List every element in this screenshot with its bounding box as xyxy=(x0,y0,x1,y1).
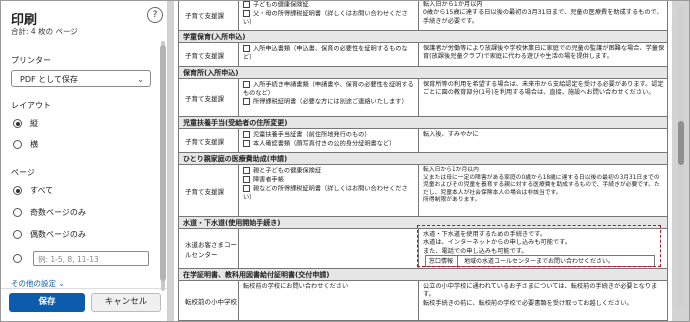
checkbox-icon xyxy=(243,184,250,192)
section-header: 児童扶養手当(受給者の住所変更) xyxy=(178,117,668,129)
panel-scrollbar-thumb[interactable] xyxy=(160,45,166,281)
radio-unselected-icon xyxy=(13,230,22,239)
pages-range-input[interactable]: 例: 1-5, 8, 11-13 xyxy=(33,251,149,266)
radio-selected-icon xyxy=(13,186,22,195)
cancel-button[interactable]: キャンセル xyxy=(91,293,161,312)
print-settings-panel: 印刷 合計: 4 枚の ページ ? プリンター PDF として保存 ⌄ レイアウ… xyxy=(1,1,168,321)
checkbox-icon xyxy=(243,81,250,88)
checkbox-icon xyxy=(243,9,250,17)
layout-portrait-radio[interactable]: 縦 xyxy=(13,118,38,129)
radio-unselected-icon xyxy=(13,208,22,217)
notes-cell: 保育所等の利用を希望する場合は、未来市から支給認定を受ける必要があります。認定ご… xyxy=(423,81,664,97)
layout-label: レイアウト xyxy=(11,101,51,110)
section-header: 学童保育(入所申込) xyxy=(178,31,668,43)
chevron-down-icon: ⌄ xyxy=(137,75,144,84)
table-row: 転校前の小中学校 転校前の学校にお問い合わせください 公立の小中学校に通われてい… xyxy=(178,281,668,321)
print-dialog: 印刷 合計: 4 枚の ページ ? プリンター PDF として保存 ⌄ レイアウ… xyxy=(0,0,690,322)
list-item: 所得課税証明書（必要な方には別途ご連絡いたします） xyxy=(243,98,414,107)
dept-cell: 転校前の小中学校 xyxy=(179,281,239,320)
list-item: 親などの所得課税証明書（詳しくはお問い合わせください） xyxy=(243,184,408,201)
divider xyxy=(1,288,167,289)
pages-odd-radio[interactable]: 奇数ページのみ xyxy=(13,207,86,218)
table-row: 子育て支援課 入所手続き申請書類（申請書や、保育の必要性を証明するものなど） 所… xyxy=(178,79,668,117)
table-row: 子育て支援課 児童扶養手当証書（前住所地発行のもの） 本人確認書類（顔写真付きの… xyxy=(178,129,668,153)
list-item: 入所手続き申請書類（申請書や、保育の必要性を証明するものなど） xyxy=(243,81,414,97)
pages-even-radio[interactable]: 偶数ページのみ xyxy=(13,229,86,240)
layout-landscape-radio[interactable]: 横 xyxy=(13,139,38,150)
help-icon[interactable]: ? xyxy=(147,7,163,23)
notes-cell: 公立の小中学校に通われているお子さまについては、転校前の手続きが必要となります。… xyxy=(423,283,658,307)
list-item: 児童扶養手当証書（前住所地発行のもの） xyxy=(243,131,414,140)
list-item: 障害者手帳 xyxy=(243,175,414,185)
preview-scrollbar-thumb[interactable] xyxy=(678,121,684,165)
list-item: 親と子どもの健康保険証 xyxy=(243,167,414,176)
documents-cell: 入所手続き申請書類（申請書や、保育の必要性を証明するものなど） 所得課税証明書（… xyxy=(239,79,419,116)
printer-value: PDF として保存 xyxy=(20,75,78,84)
checkbox-icon xyxy=(243,131,250,138)
pages-all-radio[interactable]: すべて xyxy=(13,185,53,196)
table-row: 子育て支援課 子どもの健康保険証 父・母の所得課税証明書（詳しくはお問い合わせく… xyxy=(178,1,668,31)
dept-cell: 水道お客さまコールセンター xyxy=(179,229,239,268)
printer-select[interactable]: PDF として保存 ⌄ xyxy=(11,70,151,87)
documents-cell: 転校前の学校にお問い合わせください xyxy=(239,281,419,320)
layout-landscape-label: 横 xyxy=(30,140,38,149)
checkbox-icon xyxy=(243,167,250,174)
radio-unselected-icon xyxy=(13,254,22,263)
pages-label: ページ xyxy=(11,168,35,177)
notes-cell: 転入日から1か月以内 父または母に一定の障害がある家庭の0歳から18歳に達する日… xyxy=(423,167,660,204)
preview-page: 子育て支援課 子どもの健康保険証 父・母の所得課税証明書（詳しくはお問い合わせく… xyxy=(174,1,672,321)
pages-all-label: すべて xyxy=(30,186,54,195)
checkbox-icon xyxy=(243,139,250,147)
layout-portrait-label: 縦 xyxy=(30,119,38,128)
notes-cell: 転入後、すみやかに xyxy=(423,131,479,138)
list-item: 本人確認書類（顔写真付きの公的身分証明書など） xyxy=(243,139,414,149)
documents-cell: 入所申込書類（申込書、保育の必要性を証明するものなど） xyxy=(239,43,419,66)
table-row: 子育て支援課 親と子どもの健康保険証 障害者手帳 親などの所得課税証明書（詳しく… xyxy=(178,165,668,217)
printer-label: プリンター xyxy=(11,56,51,65)
dept-cell: 子育て支援課 xyxy=(179,1,239,30)
notes-cell: 転入日から1か月以内 0歳から15歳に達する日以後の最初の3月31日まで、児童の… xyxy=(423,1,663,25)
checkbox-icon xyxy=(243,1,250,8)
print-preview: 子育て支援課 子どもの健康保険証 父・母の所得課税証明書（詳しくはお問い合わせく… xyxy=(168,1,689,321)
dept-cell: 子育て支援課 xyxy=(179,43,239,66)
radio-unselected-icon xyxy=(13,140,22,149)
list-item: 子どもの健康保険証 xyxy=(243,1,414,10)
page-count: 合計: 4 枚の ページ xyxy=(11,27,78,36)
checkbox-icon xyxy=(243,175,250,183)
section-header: 保育所(入所申込) xyxy=(178,67,668,79)
documents-cell: 児童扶養手当証書（前住所地発行のもの） 本人確認書類（顔写真付きの公的身分証明書… xyxy=(239,129,419,152)
list-item: 入所申込書類（申込書、保育の必要性を証明するものなど） xyxy=(243,45,408,61)
list-item: 父・母の所得課税証明書（詳しくはお問い合わせください） xyxy=(243,9,408,26)
pages-odd-label: 奇数ページのみ xyxy=(30,208,86,217)
pages-custom-radio[interactable] xyxy=(13,254,30,263)
dept-cell: 子育て支援課 xyxy=(179,129,239,152)
save-button[interactable]: 保存 xyxy=(9,293,85,312)
radio-selected-icon xyxy=(13,119,22,128)
notes-cell: 保護者が労働等により放課後や学校休業日に家庭での児童の監護が困難な場合、学童保育… xyxy=(423,45,665,61)
pages-even-label: 偶数ページのみ xyxy=(30,230,86,239)
documents-cell: 親と子どもの健康保険証 障害者手帳 親などの所得課税証明書（詳しくはお問い合わせ… xyxy=(239,165,419,216)
checkbox-icon xyxy=(243,98,250,106)
documents-cell xyxy=(239,229,419,268)
section-header: 在学証明書、教科用図書給付証明書(交付申請) xyxy=(178,269,668,281)
documents-cell: 子どもの健康保険証 父・母の所得課税証明書（詳しくはお問い合わせください） xyxy=(239,1,419,30)
highlight-box xyxy=(417,225,661,267)
table-row: 子育て支援課 入所申込書類（申込書、保育の必要性を証明するものなど） 保護者が労… xyxy=(178,43,668,67)
dept-cell: 子育て支援課 xyxy=(179,79,239,116)
dept-cell: 子育て支援課 xyxy=(179,165,239,216)
checkbox-icon xyxy=(243,45,250,52)
section-header: ひとり親家庭の医療費助成(申請) xyxy=(178,153,668,165)
